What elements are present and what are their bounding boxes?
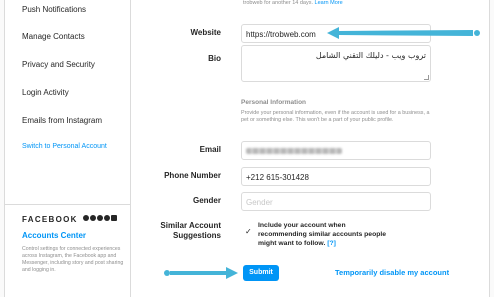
email-value-blurred — [246, 148, 342, 154]
disable-account-link[interactable]: Temporarily disable my account — [335, 268, 449, 277]
sidebar-divider — [5, 204, 131, 205]
facebook-app-icons — [83, 215, 117, 221]
help-link[interactable]: [?] — [327, 240, 336, 247]
gender-label: Gender — [192, 196, 221, 205]
facebook-icon — [83, 215, 89, 221]
messenger-icon — [90, 215, 96, 221]
facebook-brand: FACEBOOK — [22, 215, 78, 224]
bio-textarea[interactable]: تروب ويب - دليلك التقني الشامل — [241, 45, 431, 82]
accounts-center-link[interactable]: Accounts Center — [22, 231, 86, 240]
whatsapp-icon — [104, 215, 110, 221]
trial-note-text: trobweb for another 14 days. — [243, 0, 314, 6]
submit-button[interactable]: Submit — [243, 265, 279, 281]
website-label: Website — [190, 28, 221, 37]
learn-more-link[interactable]: Learn More — [315, 0, 343, 6]
resize-handle-icon[interactable] — [424, 75, 429, 80]
settings-frame: Push Notifications Manage Contacts Priva… — [4, 0, 490, 297]
sidebar-item-emails-from-instagram[interactable]: Emails from Instagram — [22, 116, 102, 125]
similar-accounts-desc: Include your account when recommending s… — [258, 222, 387, 247]
settings-sidebar: Push Notifications Manage Contacts Priva… — [5, 0, 131, 297]
sidebar-item-push-notifications[interactable]: Push Notifications — [22, 5, 86, 14]
instagram-icon — [97, 215, 103, 221]
phone-label: Phone Number — [164, 171, 221, 180]
similar-label-line1: Similar Account — [160, 221, 221, 230]
similar-accounts-label: Similar Account Suggestions — [131, 221, 221, 241]
phone-input[interactable]: +212 615-301428 — [241, 167, 431, 186]
email-label: Email — [199, 145, 221, 154]
similar-accounts-checkbox[interactable]: ✓ — [245, 228, 253, 236]
similar-accounts-text: Include your account when recommending s… — [258, 221, 388, 248]
sidebar-item-manage-contacts[interactable]: Manage Contacts — [22, 32, 85, 41]
personal-info-description: Provide your personal information, even … — [241, 110, 430, 123]
sidebar-item-switch-personal[interactable]: Switch to Personal Account — [22, 143, 107, 150]
website-input[interactable]: https://trobweb.com — [241, 24, 431, 43]
email-input[interactable] — [241, 141, 431, 160]
personal-info-heading: Personal Information — [241, 99, 307, 106]
bio-label: Bio — [208, 54, 221, 63]
trial-note: trobweb for another 14 days. Learn More — [243, 0, 343, 6]
bio-text: تروب ويب - دليلك التقني الشامل — [315, 51, 426, 60]
sidebar-item-privacy-security[interactable]: Privacy and Security — [22, 60, 95, 69]
oculus-icon — [111, 215, 117, 221]
edit-profile-form: trobweb for another 14 days. Learn More … — [131, 0, 491, 297]
gender-input[interactable]: Gender — [241, 192, 431, 211]
sidebar-item-login-activity[interactable]: Login Activity — [22, 88, 69, 97]
similar-label-line2: Suggestions — [172, 231, 221, 240]
accounts-center-description: Control settings for connected experienc… — [22, 246, 124, 273]
